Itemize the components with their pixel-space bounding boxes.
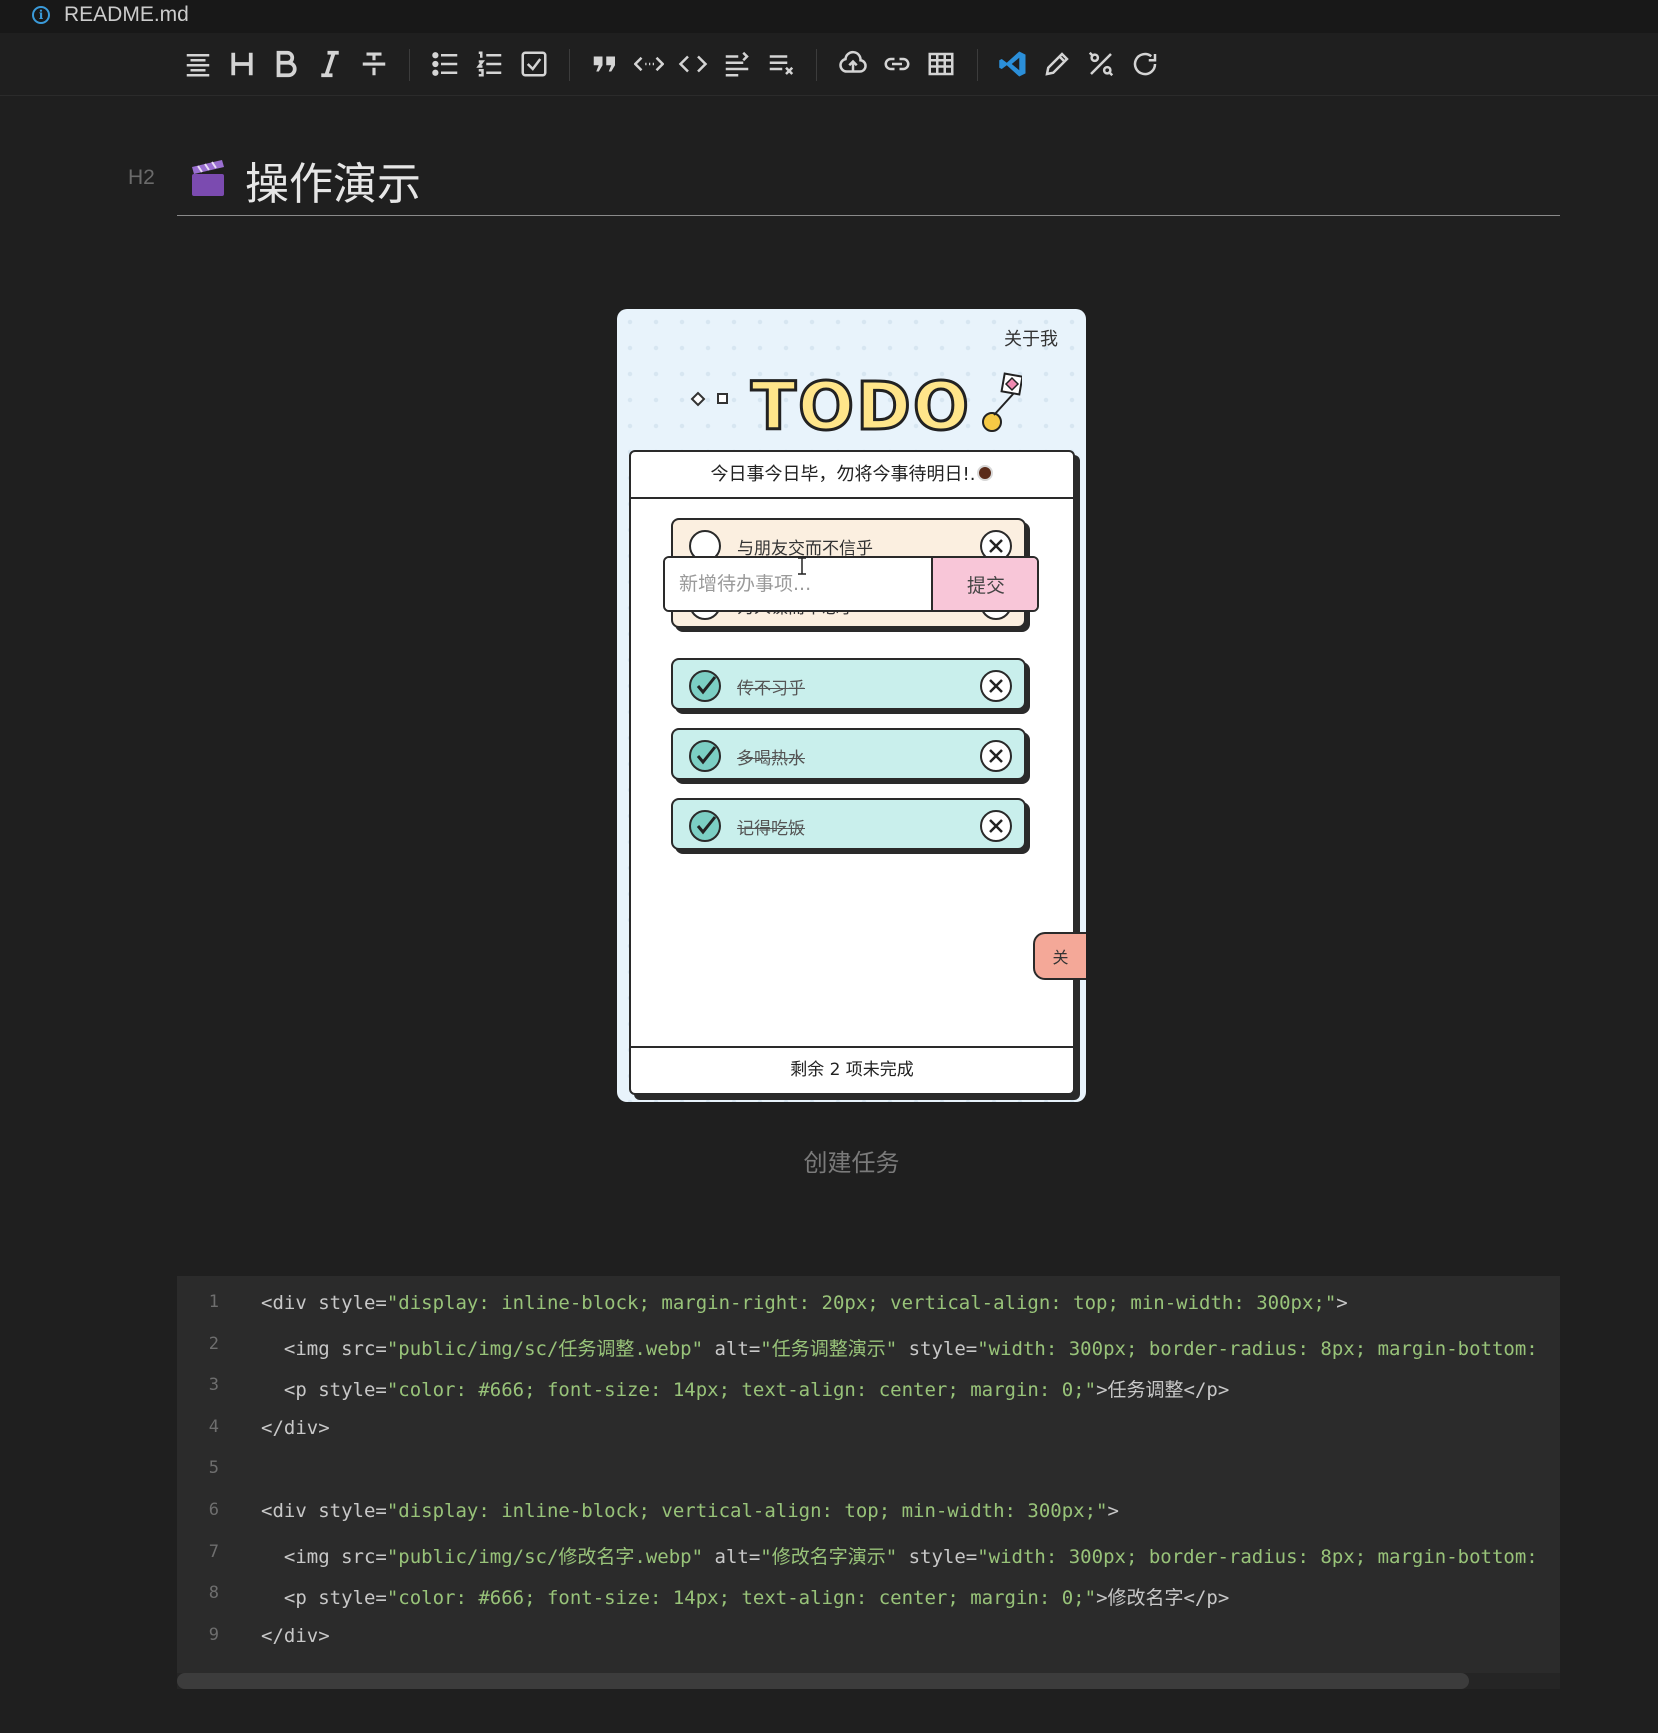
line-number: 1: [208, 1292, 219, 1312]
delete-icon[interactable]: [980, 670, 1012, 702]
item-text[interactable]: 多喝热水: [737, 744, 805, 769]
upload-icon[interactable]: [836, 47, 870, 81]
item-checkbox-checked[interactable]: [689, 740, 721, 772]
code-text[interactable]: <img src="public/img/sc/任务调整.webp" alt="…: [261, 1334, 1538, 1361]
code-text[interactable]: <img src="public/img/sc/修改名字.webp" alt="…: [261, 1542, 1538, 1569]
delete-icon[interactable]: [980, 810, 1012, 842]
quote-icon[interactable]: [588, 47, 622, 81]
code-text[interactable]: </div>: [261, 1417, 330, 1439]
code-line[interactable]: 5: [177, 1458, 1560, 1488]
todo-item[interactable]: 多喝热水: [671, 728, 1026, 780]
indent-icon[interactable]: [720, 47, 754, 81]
code-line[interactable]: 1 <div style="display: inline-block; marg…: [177, 1292, 1560, 1322]
todo-demo-image: 关于我 TODO 今日事今日毕，勿将今事待明日!. 与朋友交而不信乎 为人谋而不…: [617, 309, 1086, 1102]
heading-divider: [177, 215, 1560, 216]
item-text[interactable]: 记得吃饭: [737, 814, 805, 839]
add-todo-form: 提交: [663, 556, 1039, 612]
code-line[interactable]: 4 </div>: [177, 1417, 1560, 1447]
file-tab-title[interactable]: README.md: [64, 3, 189, 27]
code-scrollbar[interactable]: [177, 1673, 1469, 1689]
text-cursor-icon: [798, 557, 806, 575]
code-line[interactable]: 8 <p style="color: #666; font-size: 14px…: [177, 1583, 1560, 1613]
delete-icon[interactable]: [980, 740, 1012, 772]
task-list-icon[interactable]: [517, 47, 551, 81]
line-number: 6: [208, 1500, 219, 1520]
todo-item[interactable]: 记得吃饭: [671, 798, 1026, 850]
submit-button[interactable]: 提交: [931, 558, 1037, 610]
italic-icon[interactable]: [313, 47, 347, 81]
code-line[interactable]: 3 <p style="color: #666; font-size: 14px…: [177, 1375, 1560, 1405]
edit-icon[interactable]: [1040, 47, 1074, 81]
svg-text:TODO: TODO: [751, 368, 971, 445]
info-icon: i: [32, 6, 50, 24]
code-line[interactable]: 7 <img src="public/img/sc/修改名字.webp" alt…: [177, 1542, 1560, 1572]
todo-panel: 今日事今日毕，勿将今事待明日!. 与朋友交而不信乎 为人谋而不忠乎 传不习乎 多…: [629, 450, 1075, 1095]
unordered-list-icon[interactable]: [429, 47, 463, 81]
line-number: 7: [208, 1541, 219, 1562]
line-number: 2: [208, 1333, 219, 1354]
strikethrough-icon[interactable]: [357, 47, 391, 81]
about-me-link[interactable]: 关于我: [1004, 325, 1058, 351]
line-number: 9: [208, 1624, 219, 1645]
headings-icon[interactable]: [181, 47, 215, 81]
fullscreen-icon[interactable]: [1084, 47, 1118, 81]
refresh-icon[interactable]: [1128, 47, 1162, 81]
line-number: 8: [208, 1583, 219, 1604]
ordered-list-icon[interactable]: [473, 47, 507, 81]
clapperboard-icon: [192, 160, 224, 196]
heading-level-tag: H2: [128, 166, 155, 189]
tab-bar: i README.md: [0, 0, 1658, 33]
line-number: 4: [208, 1416, 219, 1437]
bold-icon[interactable]: [269, 47, 303, 81]
heading-icon[interactable]: [225, 47, 259, 81]
todo-item[interactable]: 传不习乎: [671, 658, 1026, 710]
code-block-icon[interactable]: [676, 47, 710, 81]
code-line[interactable]: 9 </div>: [177, 1625, 1560, 1655]
close-button[interactable]: 关: [1033, 932, 1086, 980]
code-line[interactable]: 2 <img src="public/img/sc/任务调整.webp" alt…: [177, 1334, 1560, 1364]
item-checkbox-checked[interactable]: [689, 670, 721, 702]
item-checkbox-checked[interactable]: [689, 810, 721, 842]
page-title: 操作演示: [245, 159, 421, 210]
inline-code-icon[interactable]: [632, 47, 666, 81]
remaining-count: 剩余 2 项未完成: [631, 1046, 1073, 1093]
code-text[interactable]: <div style="display: inline-block; margi…: [261, 1292, 1348, 1314]
motto-text: 今日事今日毕，勿将今事待明日!.: [631, 452, 1073, 499]
line-number: 3: [208, 1375, 219, 1396]
link-icon[interactable]: [880, 47, 914, 81]
todo-logo: TODO: [690, 367, 1022, 447]
coffee-icon: [977, 465, 994, 481]
vscode-icon[interactable]: [996, 47, 1030, 81]
item-text[interactable]: 传不习乎: [737, 674, 805, 699]
code-text[interactable]: <div style="display: inline-block; verti…: [261, 1500, 1119, 1522]
code-block: 1 <div style="display: inline-block; marg…: [177, 1276, 1560, 1688]
outdent-icon[interactable]: [764, 47, 798, 81]
code-line[interactable]: 6 <div style="display: inline-block; vert…: [177, 1500, 1560, 1530]
image-caption: 创建任务: [803, 1149, 900, 1177]
markdown-toolbar: [0, 33, 1658, 96]
table-icon[interactable]: [924, 47, 958, 81]
code-text[interactable]: </div>: [261, 1625, 330, 1647]
line-number: 5: [208, 1458, 219, 1479]
code-text[interactable]: <p style="color: #666; font-size: 14px; …: [261, 1583, 1229, 1610]
code-text[interactable]: <p style="color: #666; font-size: 14px; …: [261, 1375, 1229, 1402]
